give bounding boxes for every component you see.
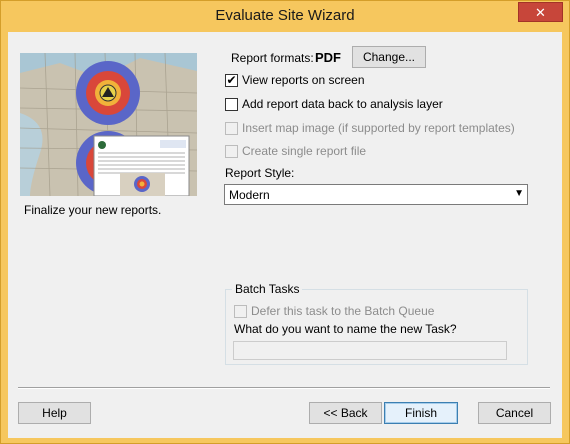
trade-area-rings-top bbox=[76, 61, 140, 125]
single-report-file-label: Create single report file bbox=[242, 144, 367, 158]
chevron-down-icon[interactable]: ▼ bbox=[514, 188, 524, 199]
insert-map-image-label: Insert map image (if supported by report… bbox=[242, 121, 515, 135]
illustration-panel bbox=[18, 42, 209, 207]
report-style-value: Modern bbox=[229, 188, 270, 202]
report-style-label: Report Style: bbox=[225, 166, 295, 180]
task-name-input bbox=[233, 341, 507, 360]
report-formats-label: Report formats: bbox=[231, 51, 314, 65]
add-data-back-label[interactable]: Add report data back to analysis layer bbox=[242, 97, 443, 111]
insert-map-image-checkbox bbox=[225, 122, 238, 135]
illustration-caption: Finalize your new reports. bbox=[24, 203, 162, 217]
batch-tasks-title: Batch Tasks bbox=[232, 282, 303, 296]
single-report-file-checkbox bbox=[225, 145, 238, 158]
help-button[interactable]: Help bbox=[18, 402, 91, 424]
map-preview-image bbox=[20, 53, 197, 196]
report-format-value: PDF bbox=[315, 50, 341, 65]
back-button[interactable]: << Back bbox=[309, 402, 382, 424]
wizard-window: Evaluate Site Wizard ✕ Finalize your new… bbox=[0, 0, 570, 444]
wizard-client-area: Finalize your new reports. Report format… bbox=[8, 32, 562, 438]
batch-tasks-group: Batch Tasks Defer this task to the Batch… bbox=[225, 282, 528, 365]
map-illustration bbox=[20, 53, 197, 196]
task-name-prompt: What do you want to name the new Task? bbox=[234, 322, 457, 336]
defer-task-checkbox bbox=[234, 305, 247, 318]
title-bar[interactable]: Evaluate Site Wizard ✕ bbox=[1, 1, 569, 31]
window-title: Evaluate Site Wizard bbox=[215, 7, 355, 24]
defer-task-label: Defer this task to the Batch Queue bbox=[251, 304, 435, 318]
view-reports-label[interactable]: View reports on screen bbox=[242, 73, 365, 87]
view-reports-checkbox[interactable]: ✔ bbox=[225, 74, 238, 87]
change-format-button[interactable]: Change... bbox=[352, 46, 426, 68]
add-data-back-checkbox[interactable] bbox=[225, 98, 238, 111]
footer-separator bbox=[18, 387, 550, 389]
close-button[interactable]: ✕ bbox=[518, 2, 563, 22]
report-style-dropdown[interactable]: Modern ▼ bbox=[224, 184, 528, 205]
close-icon: ✕ bbox=[535, 5, 546, 20]
cancel-button[interactable]: Cancel bbox=[478, 402, 551, 424]
finish-button[interactable]: Finish bbox=[384, 402, 458, 424]
